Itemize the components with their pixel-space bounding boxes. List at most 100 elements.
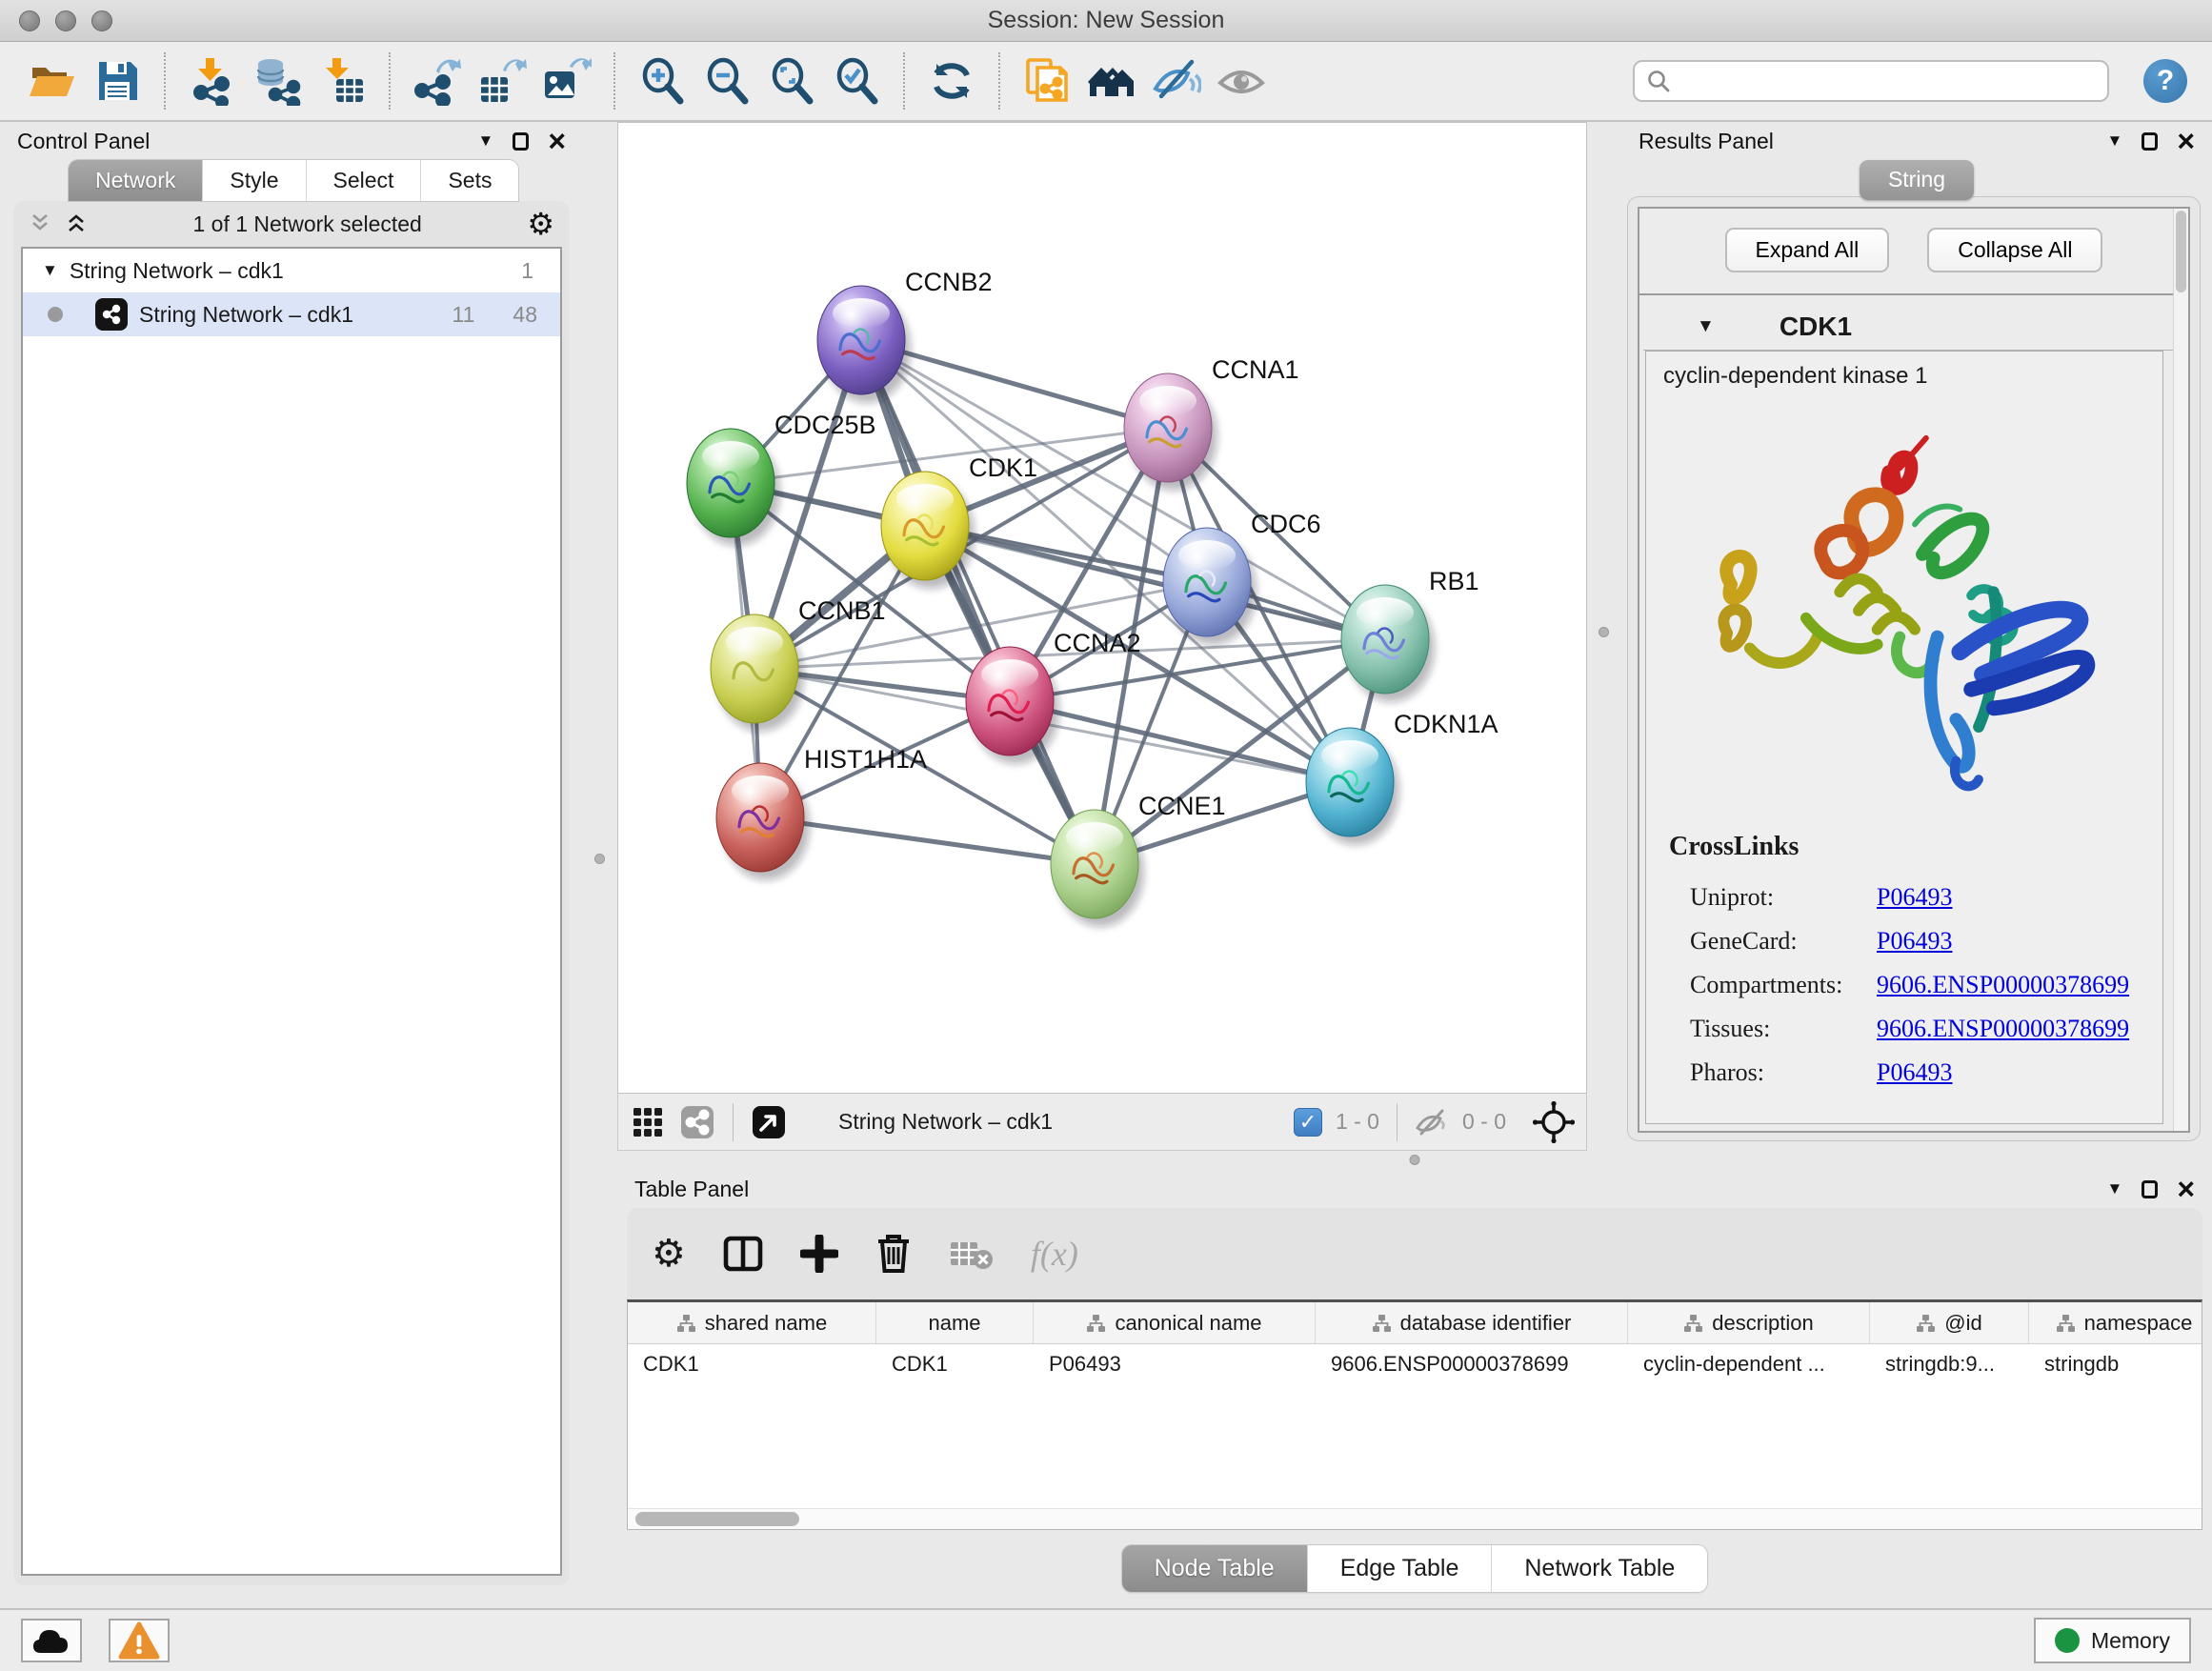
expand-all-icon[interactable] [65,212,88,235]
crosslink-link[interactable]: P06493 [1877,1051,1952,1095]
hide-unhide-button[interactable] [1149,51,1204,111]
splitter-handle[interactable] [594,854,605,864]
horizontal-splitter[interactable] [617,1151,2212,1170]
table-options-gear-icon[interactable]: ⚙ [652,1235,686,1273]
section-collapse-icon[interactable]: ▼ [1697,316,1715,337]
tab-sets[interactable]: Sets [421,160,518,201]
network-canvas[interactable]: CCNB2CCNA1CDC25BCDK1CDC6RB1CCNB1CCNA2CDK… [617,122,1587,1094]
help-button[interactable]: ? [2143,59,2187,103]
import-network-button[interactable] [185,51,240,111]
detach-view-icon[interactable] [751,1104,787,1140]
network-edge[interactable] [760,817,1095,864]
panel-float-icon[interactable] [2142,1180,2158,1198]
import-database-button[interactable] [250,51,305,111]
scrollbar-thumb[interactable] [2176,211,2186,292]
tab-network-table[interactable]: Network Table [1492,1545,1707,1592]
table-cell[interactable]: CDK1 [628,1344,876,1384]
export-image-button[interactable] [539,51,594,111]
save-session-button[interactable] [90,51,145,111]
network-node-cdc25b[interactable]: CDC25B [687,411,876,546]
grid-view-icon[interactable] [630,1104,666,1140]
tab-node-table[interactable]: Node Table [1122,1545,1308,1592]
tree-expand-icon[interactable]: ▼ [42,261,58,280]
network-node-cdkn1a[interactable]: CDKN1A [1306,710,1498,845]
splitter-handle[interactable] [1599,627,1609,637]
scrollbar-thumb[interactable] [635,1512,799,1526]
zoom-out-button[interactable] [699,51,754,111]
network-node-ccnb2[interactable]: CCNB2 [817,268,993,403]
column-header-id[interactable]: @id [1870,1302,2029,1343]
right-splitter[interactable] [1587,122,1621,1151]
tab-network[interactable]: Network [69,160,203,201]
table-cell[interactable]: 9606.ENSP00000378699 [1316,1344,1628,1384]
column-header-canonical-name[interactable]: canonical name [1034,1302,1316,1343]
panel-menu-icon[interactable]: ▼ [2106,131,2122,151]
table-horizontal-scrollbar[interactable] [628,1508,2202,1529]
crosslink-link[interactable]: P06493 [1877,876,1952,919]
string-home-button[interactable] [1084,51,1139,111]
add-column-icon[interactable] [800,1235,838,1273]
window-zoom-button[interactable] [91,10,112,31]
network-node-hist1h1a[interactable]: HIST1H1A [716,745,927,880]
table-row[interactable]: CDK1CDK1P064939606.ENSP00000378699cyclin… [628,1344,2202,1384]
delete-column-icon[interactable] [875,1233,913,1275]
network-collection-row[interactable]: ▼ String Network – cdk1 1 [23,249,560,292]
column-header-namespace[interactable]: namespace [2029,1302,2202,1343]
crosslink-link[interactable]: P06493 [1877,919,1952,963]
network-node-rb1[interactable]: RB1 [1341,567,1479,702]
panel-float-icon[interactable] [513,132,529,151]
table-cell[interactable]: P06493 [1034,1344,1316,1384]
search-input[interactable] [1679,69,2096,93]
crosslink-link[interactable]: 9606.ENSP00000378699 [1877,1007,2129,1051]
network-row[interactable]: String Network – cdk1 11 48 [23,292,560,336]
collapse-all-button[interactable]: Collapse All [1927,228,2102,272]
tab-string[interactable]: String [1860,160,1974,200]
cloud-status-button[interactable] [21,1619,82,1662]
table-cell[interactable]: cyclin-dependent ... [1628,1344,1870,1384]
panel-menu-icon[interactable]: ▼ [477,131,493,151]
crosslink-link[interactable]: 9606.ENSP00000378699 [1877,963,2129,1007]
panel-close-icon[interactable]: × [548,126,566,156]
table-cell[interactable]: stringdb:9... [1870,1344,2029,1384]
gene-section-header[interactable]: ▼ CDK1 [1643,303,2184,351]
column-header-description[interactable]: description [1628,1302,1870,1343]
column-header-shared-name[interactable]: shared name [628,1302,876,1343]
left-splitter[interactable] [583,122,617,1608]
export-network-button[interactable] [410,51,465,111]
panel-close-icon[interactable]: × [2177,126,2195,156]
selected-checkbox-icon[interactable]: ✓ [1294,1108,1322,1137]
function-builder-icon[interactable]: f(x) [1031,1234,1078,1274]
clone-network-button[interactable] [1019,51,1075,111]
results-scrollbar[interactable] [2173,209,2188,1131]
zoom-selected-button[interactable] [829,51,884,111]
network-share-icon[interactable] [679,1104,715,1140]
collapse-all-icon[interactable] [29,212,51,235]
birdseye-crosshair-icon[interactable] [1533,1101,1575,1143]
warnings-button[interactable] [109,1619,170,1662]
refresh-layout-button[interactable] [924,51,979,111]
panel-menu-icon[interactable]: ▼ [2106,1179,2122,1198]
column-header-database-identifier[interactable]: database identifier [1316,1302,1628,1343]
window-minimize-button[interactable] [55,10,76,31]
tab-select[interactable]: Select [307,160,422,201]
panel-close-icon[interactable]: × [2177,1174,2195,1204]
zoom-in-button[interactable] [634,51,690,111]
network-options-gear-icon[interactable]: ⚙ [527,209,554,239]
panel-float-icon[interactable] [2142,132,2158,151]
import-table-button[interactable] [314,51,370,111]
network-node-ccne1[interactable]: CCNE1 [1051,792,1226,927]
export-table-button[interactable] [474,51,530,111]
tab-edge-table[interactable]: Edge Table [1308,1545,1493,1592]
network-edge[interactable] [861,340,1095,864]
open-session-button[interactable] [25,51,80,111]
delete-table-icon[interactable] [949,1237,995,1271]
show-columns-icon[interactable] [722,1235,764,1273]
window-close-button[interactable] [19,10,40,31]
network-node-cdc6[interactable]: CDC6 [1163,510,1321,645]
show-hidden-button[interactable] [1214,51,1269,111]
zoom-fit-button[interactable] [764,51,819,111]
table-cell[interactable]: stringdb [2029,1344,2202,1384]
table-cell[interactable]: CDK1 [876,1344,1034,1384]
column-header-name[interactable]: name [876,1302,1034,1343]
expand-all-button[interactable]: Expand All [1725,228,1890,272]
